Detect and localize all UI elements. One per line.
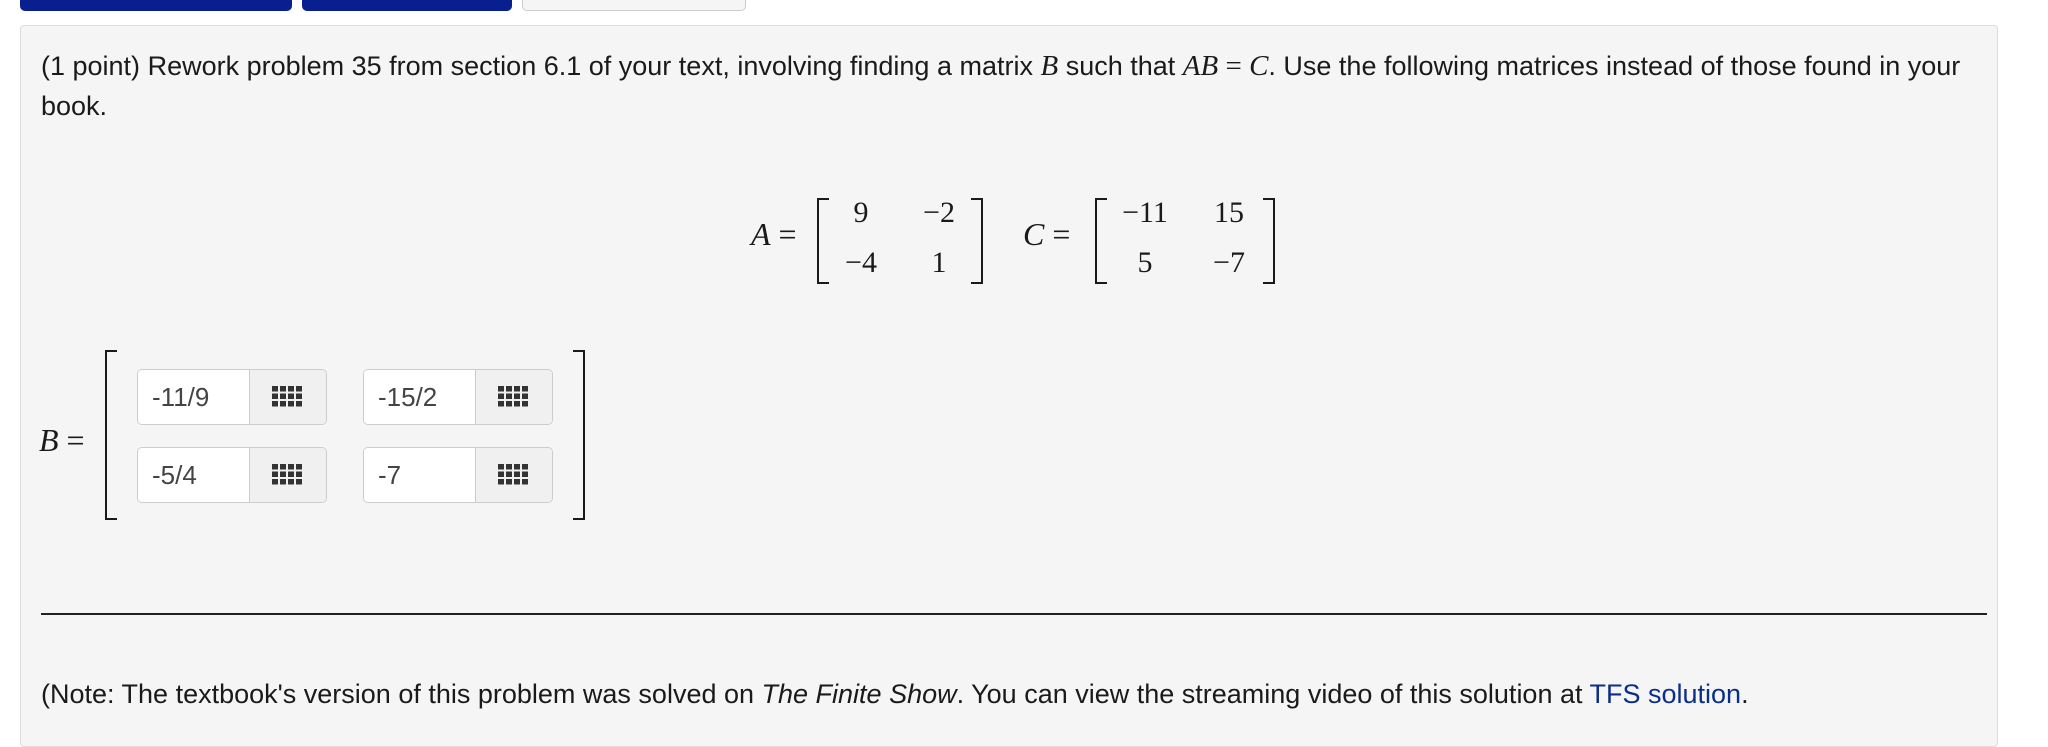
matrix-b-label: B =	[39, 422, 85, 458]
matrix-a-cell: 9	[853, 196, 869, 229]
matrix-c-cell: −11	[1122, 196, 1168, 229]
math-ab: AB	[1182, 50, 1219, 82]
answer-group	[137, 447, 327, 503]
answer-group	[363, 447, 553, 503]
equation-editor-button[interactable]	[475, 448, 552, 502]
answer-group	[363, 369, 553, 425]
matrix-c-left-bracket	[1095, 198, 1107, 284]
problem-statement: (1 point) Rework problem 35 from section…	[41, 50, 1961, 121]
grid-icon	[272, 464, 302, 485]
answer-input-r1c2[interactable]	[364, 370, 476, 424]
problem-panel: (1 point) Rework problem 35 from section…	[20, 25, 1998, 747]
points-label: (1 point)	[41, 51, 141, 81]
matrix-c-cell: 5	[1137, 246, 1153, 279]
note: (Note: The textbook's version of this pr…	[41, 679, 1749, 709]
grid-icon	[272, 386, 302, 407]
equation-editor-button[interactable]	[249, 370, 326, 424]
math-c: C	[1249, 50, 1269, 82]
matrix-a-left-bracket	[817, 198, 829, 284]
matrix-a-cell: −2	[923, 196, 955, 229]
answer-input-r1c1[interactable]	[138, 370, 250, 424]
show-title: The Finite Show	[761, 679, 957, 709]
matrix-b-left-bracket	[105, 350, 117, 520]
answer-input-r2c2[interactable]	[364, 448, 476, 502]
math-b: B	[1040, 50, 1059, 82]
equation-editor-button[interactable]	[475, 370, 552, 424]
answer-input-r2c1[interactable]	[138, 448, 250, 502]
divider	[41, 613, 1987, 615]
tab-secondary[interactable]	[302, 0, 512, 11]
tab-tertiary[interactable]	[522, 0, 746, 11]
matrix-c-label: C =	[1023, 216, 1071, 252]
grid-icon	[498, 464, 528, 485]
tab-primary[interactable]	[20, 0, 292, 11]
matrix-a-label: A =	[751, 216, 797, 252]
matrix-c-right-bracket	[1263, 198, 1275, 284]
equation-editor-button[interactable]	[249, 448, 326, 502]
matrix-c-cell: 15	[1214, 196, 1244, 229]
matrix-c-cell: −7	[1213, 246, 1245, 279]
matrix-a-cell: 1	[931, 246, 947, 279]
matrix-a-right-bracket	[971, 198, 983, 284]
grid-icon	[498, 386, 528, 407]
matrix-b-right-bracket	[573, 350, 585, 520]
matrix-a-cell: −4	[845, 246, 877, 279]
answer-group	[137, 369, 327, 425]
tfs-solution-link[interactable]: TFS solution	[1590, 679, 1742, 709]
